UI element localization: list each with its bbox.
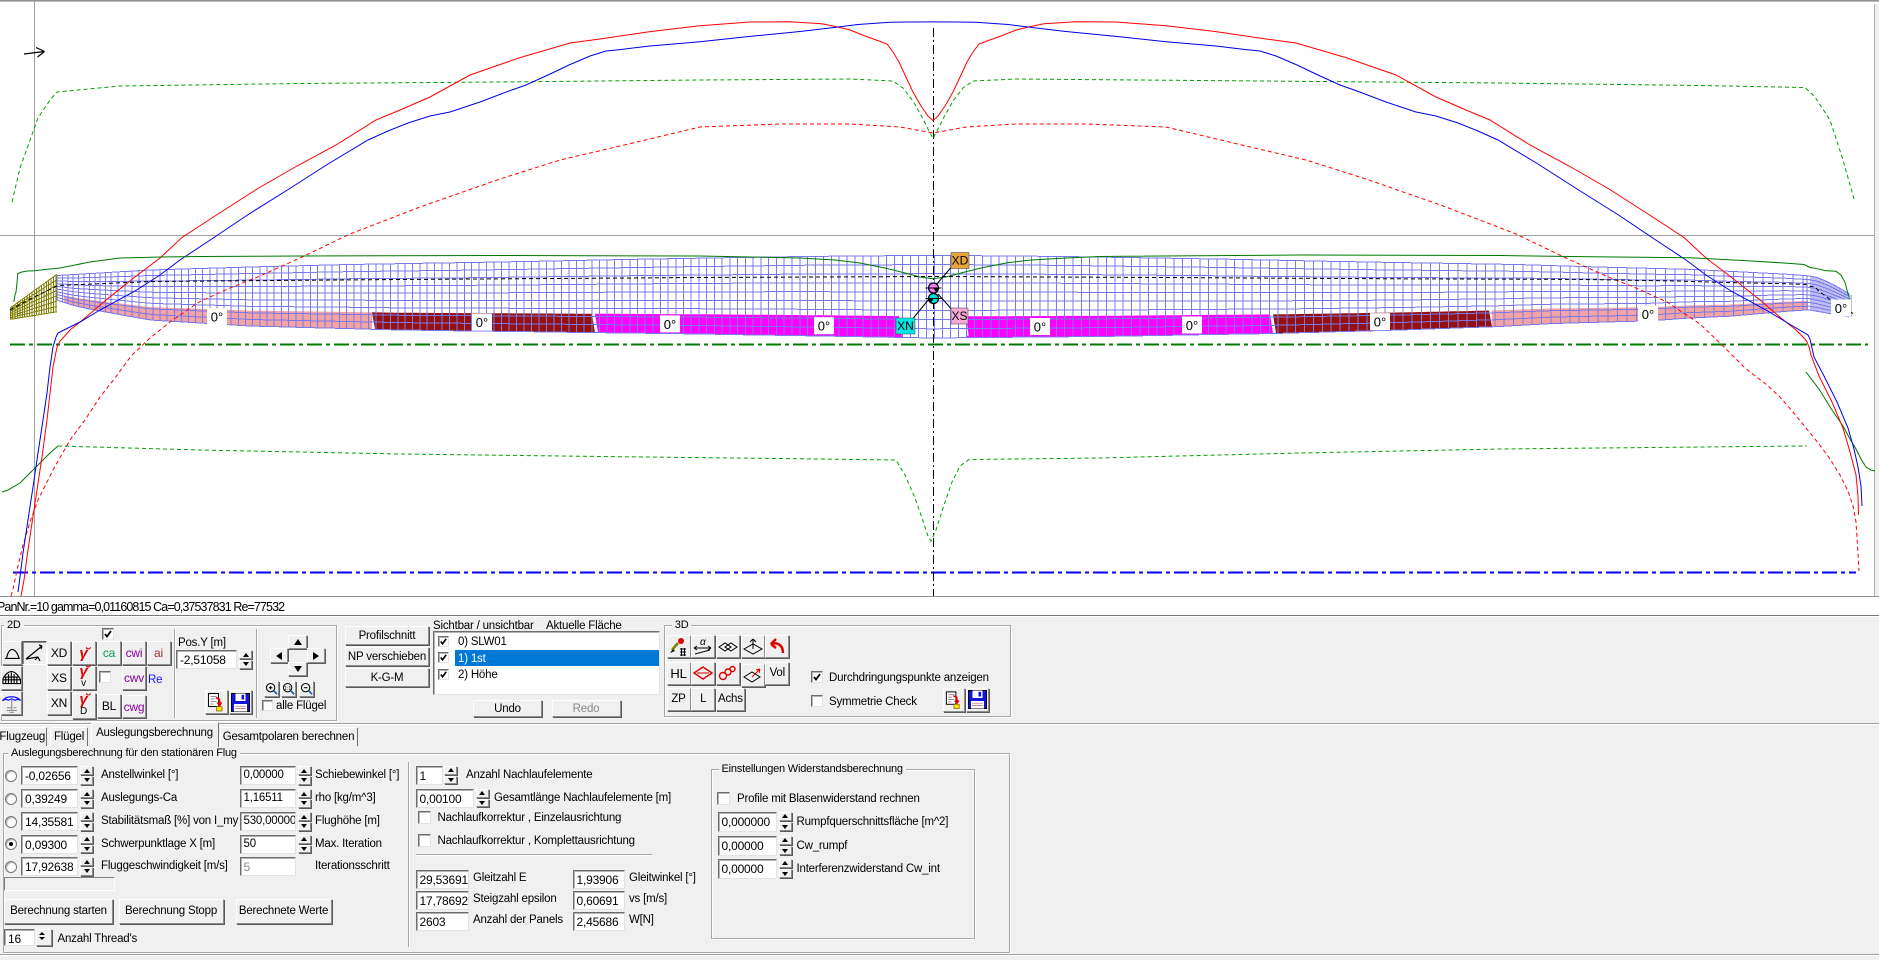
svg-text:0°: 0°: [818, 319, 830, 334]
svg-text:0°: 0°: [1034, 320, 1046, 335]
svg-text:0°: 0°: [664, 317, 676, 332]
svg-text:0°: 0°: [211, 310, 223, 325]
svg-text:XS: XS: [951, 309, 967, 323]
svg-text:0°: 0°: [1835, 301, 1847, 316]
svg-text:0°: 0°: [1642, 307, 1654, 322]
svg-text:0°: 0°: [1374, 315, 1386, 330]
svg-text:0°: 0°: [476, 315, 488, 330]
svg-text:XN: XN: [897, 319, 914, 333]
svg-text:XD: XD: [952, 254, 969, 268]
svg-text:1:1: 1:1: [284, 686, 291, 692]
svg-text:α: α: [700, 637, 706, 648]
svg-text:0°: 0°: [1186, 318, 1198, 333]
